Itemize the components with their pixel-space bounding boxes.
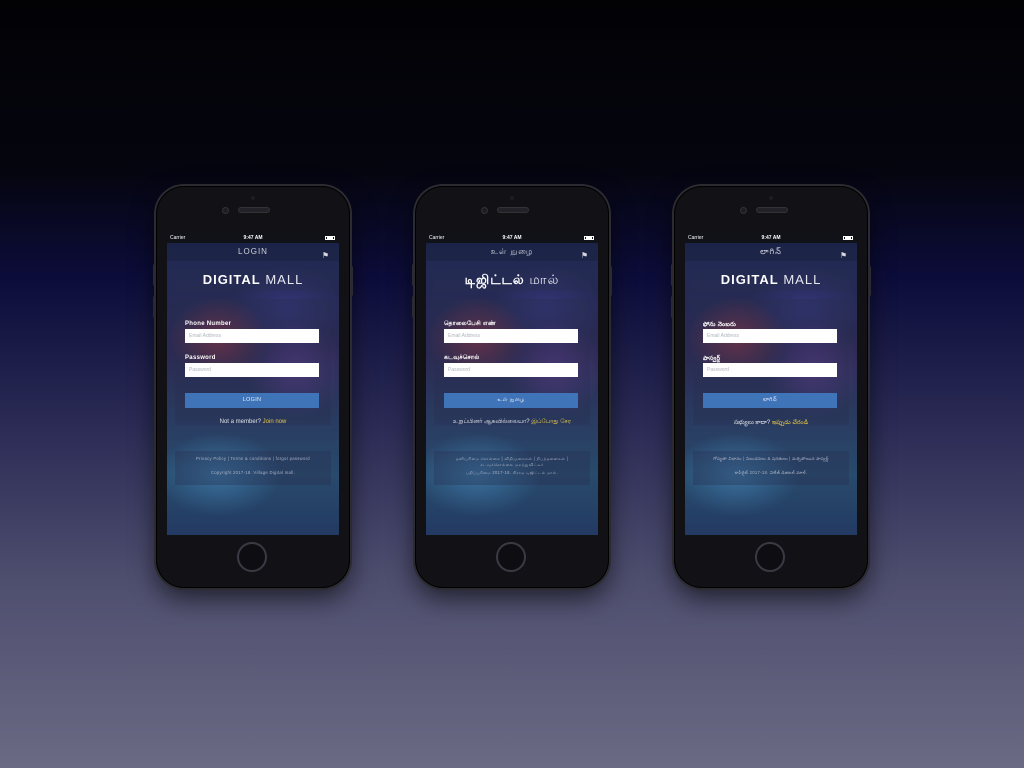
password-label: கடவுச்சொல் (444, 355, 480, 361)
footer-links[interactable]: தனியுரிமை கொள்கை | விதிமுறைகள் | நிபந்தன… (440, 456, 584, 468)
power-button (868, 266, 871, 296)
phone-number-input[interactable] (703, 329, 837, 343)
battery-icon (584, 236, 594, 240)
nav-bar: உள் நுழை ⚑ (426, 243, 598, 261)
signup-prompt: Not a member? Join now (167, 419, 339, 425)
phone-frame: Carrier 9:47 AM LOGIN ⚑ DIGITAL MALL Pho… (153, 186, 353, 588)
status-time: 9:47 AM (243, 235, 263, 241)
volume-down-button (153, 296, 156, 318)
phone-number-label: தொலைபேசி எண் (444, 321, 496, 327)
login-button[interactable]: உள் நுழை (444, 393, 578, 408)
proximity-sensor (251, 196, 255, 200)
brand-light: மால் (529, 272, 560, 287)
home-button (237, 542, 267, 572)
volume-up-button (412, 264, 415, 286)
status-bar: Carrier 9:47 AM (426, 233, 598, 243)
brand-light: MALL (783, 272, 822, 287)
login-button[interactable]: LOGIN (185, 393, 319, 408)
home-button (496, 542, 526, 572)
power-button (609, 266, 612, 296)
footer-links[interactable]: Privacy Policy | Terms & conditions | fo… (181, 456, 325, 462)
status-time: 9:47 AM (761, 235, 781, 241)
brand-bold: DIGITAL (202, 272, 261, 287)
volume-up-button (671, 264, 674, 286)
copyright-text: Copyright 2017-18. Village Digital mall. (210, 470, 296, 475)
earpiece-speaker (239, 208, 269, 212)
volume-down-button (412, 296, 415, 318)
signup-prompt: సభ్యులు కాదా? ఇప్పుడు చేరండి (685, 419, 857, 427)
battery-icon (325, 236, 335, 240)
app-screen: Carrier 9:47 AM LOGIN ⚑ DIGITAL MALL Pho… (167, 233, 339, 535)
phone-frame: Carrier 9:47 AM లాగిన్ ⚑ DIGITAL MALL ఫో… (671, 186, 871, 588)
copyright-text: பதிப்புரிமை 2017-18. கிராம டிஜிட்டல் மால… (465, 470, 559, 475)
login-button[interactable]: లాగిన్ (703, 393, 837, 408)
nav-title: LOGIN (238, 247, 268, 256)
phone-number-label: ఫోను నెంబరు (703, 322, 737, 328)
phone-number-input[interactable] (444, 329, 578, 343)
power-button (350, 266, 353, 296)
signup-prompt: உறுப்பினர் ஆகவில்லையா? இப்போது சேர (426, 419, 598, 426)
language-flag-icon[interactable]: ⚑ (840, 247, 847, 265)
language-flag-icon[interactable]: ⚑ (322, 247, 329, 265)
front-camera (482, 208, 487, 213)
brand-card: DIGITAL MALL (693, 269, 849, 291)
footer-links[interactable]: గోప్యతా విధానం | నిబంధనలు & షరతులు | మర్… (699, 456, 843, 462)
status-bar: Carrier 9:47 AM (685, 233, 857, 243)
front-camera (741, 208, 746, 213)
password-label: Password (185, 355, 216, 361)
status-time: 9:47 AM (502, 235, 522, 241)
nav-title: உள் நுழை (490, 247, 534, 256)
brand-card: டிஜிட்டல் மால் (434, 269, 590, 291)
member-question: సభ్యులు కాదా? (733, 420, 771, 426)
volume-up-button (153, 264, 156, 286)
member-question: உறுப்பினர் ஆகவில்லையா? (453, 419, 530, 425)
phone-number-label: Phone Number (185, 321, 232, 327)
password-input[interactable] (185, 363, 319, 377)
password-label: పాస్వర్డ్ (703, 356, 721, 362)
proximity-sensor (769, 196, 773, 200)
password-input[interactable] (703, 363, 837, 377)
home-button (755, 542, 785, 572)
brand-card: DIGITAL MALL (175, 269, 331, 291)
brand-title: DIGITAL MALL (693, 269, 849, 291)
phone-number-input[interactable] (185, 329, 319, 343)
member-question: Not a member? (219, 419, 261, 425)
password-input[interactable] (444, 363, 578, 377)
brand-title: டிஜிட்டல் மால் (434, 269, 590, 291)
brand-light: MALL (265, 272, 304, 287)
earpiece-speaker (498, 208, 528, 212)
proximity-sensor (510, 196, 514, 200)
join-now-link[interactable]: இப்போது சேர (531, 419, 571, 425)
earpiece-speaker (757, 208, 787, 212)
brand-bold: டிஜிட்டல் (464, 272, 525, 287)
brand-title: DIGITAL MALL (175, 269, 331, 291)
join-now-link[interactable]: Join now (263, 419, 287, 425)
status-bar: Carrier 9:47 AM (167, 233, 339, 243)
brand-bold: DIGITAL (720, 272, 779, 287)
join-now-link[interactable]: ఇప్పుడు చేరండి (772, 420, 808, 426)
nav-title: లాగిన్ (760, 247, 782, 256)
front-camera (223, 208, 228, 213)
phone-frame: Carrier 9:47 AM உள் நுழை ⚑ டிஜிட்டல் மால… (412, 186, 612, 588)
volume-down-button (671, 296, 674, 318)
app-screen: Carrier 9:47 AM உள் நுழை ⚑ டிஜிட்டல் மால… (426, 233, 598, 535)
nav-bar: LOGIN ⚑ (167, 243, 339, 261)
copyright-text: కాపీరైట్ 2017-18. విలేజ్ డిజిటల్ మాల్. (734, 470, 808, 475)
app-screen: Carrier 9:47 AM లాగిన్ ⚑ DIGITAL MALL ఫో… (685, 233, 857, 535)
battery-icon (843, 236, 853, 240)
nav-bar: లాగిన్ ⚑ (685, 243, 857, 261)
language-flag-icon[interactable]: ⚑ (581, 247, 588, 265)
